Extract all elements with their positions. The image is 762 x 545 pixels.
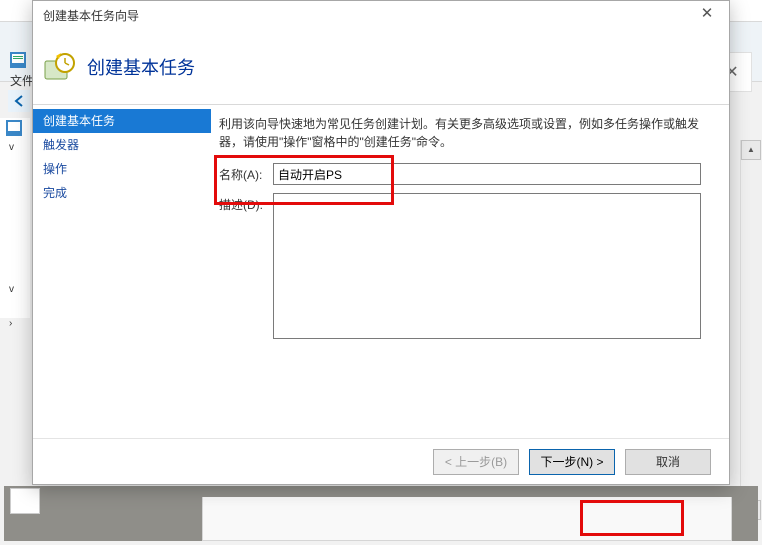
step-create-basic-task[interactable]: 创建基本任务 <box>33 109 211 133</box>
chevron-right-icon[interactable]: › <box>9 318 12 329</box>
dialog-body: 创建基本任务 触发器 操作 完成 利用该向导快速地为常见任务创建计划。有关更多高… <box>33 105 729 438</box>
name-row: 名称(A): <box>219 163 701 185</box>
task-scheduler-icon <box>6 120 22 136</box>
dialog-title-text: 创建基本任务向导 <box>43 7 139 24</box>
parent-doc-icon <box>10 488 40 514</box>
dialog-header-title: 创建基本任务 <box>87 54 195 80</box>
parent-scrollbar[interactable]: ▲ ▼ <box>740 140 762 520</box>
cancel-button[interactable]: 取消 <box>625 449 711 475</box>
dialog-close-button[interactable]: ✕ <box>685 1 729 29</box>
description-label: 描述(D): <box>219 193 273 213</box>
chevron-down-icon[interactable]: v <box>9 142 14 153</box>
parent-sidebar: v v › <box>0 118 30 318</box>
chevron-down-icon[interactable]: v <box>9 284 14 295</box>
parent-app-icon <box>10 52 26 68</box>
wizard-form: 利用该向导快速地为常见任务创建计划。有关更多高级选项或设置，例如多任务操作或触发… <box>211 105 729 438</box>
step-action[interactable]: 操作 <box>33 157 211 181</box>
next-button[interactable]: 下一步(N) > <box>529 449 615 475</box>
back-button: < 上一步(B) <box>433 449 519 475</box>
wizard-steps-list: 创建基本任务 触发器 操作 完成 <box>33 105 211 438</box>
parent-status-card <box>202 497 732 541</box>
create-basic-task-wizard-dialog: 创建基本任务向导 ✕ 创建基本任务 创建基本任务 触发器 操作 完成 利用该向导… <box>32 0 730 485</box>
parent-file-menu[interactable]: 文件 <box>10 72 34 89</box>
step-trigger[interactable]: 触发器 <box>33 133 211 157</box>
close-icon: ✕ <box>701 5 714 22</box>
dialog-footer: < 上一步(B) 下一步(N) > 取消 <box>33 438 729 484</box>
wizard-clock-icon <box>43 51 75 83</box>
dialog-header: 创建基本任务 <box>33 29 729 105</box>
name-label: 名称(A): <box>219 163 273 183</box>
scroll-up-icon[interactable]: ▲ <box>741 140 761 160</box>
dialog-titlebar: 创建基本任务向导 ✕ <box>33 1 729 29</box>
step-finish[interactable]: 完成 <box>33 181 211 205</box>
back-icon[interactable] <box>8 90 30 112</box>
task-description-input[interactable] <box>273 193 701 339</box>
description-row: 描述(D): <box>219 193 701 339</box>
wizard-intro-text: 利用该向导快速地为常见任务创建计划。有关更多高级选项或设置，例如多任务操作或触发… <box>219 115 701 151</box>
task-name-input[interactable] <box>273 163 701 185</box>
